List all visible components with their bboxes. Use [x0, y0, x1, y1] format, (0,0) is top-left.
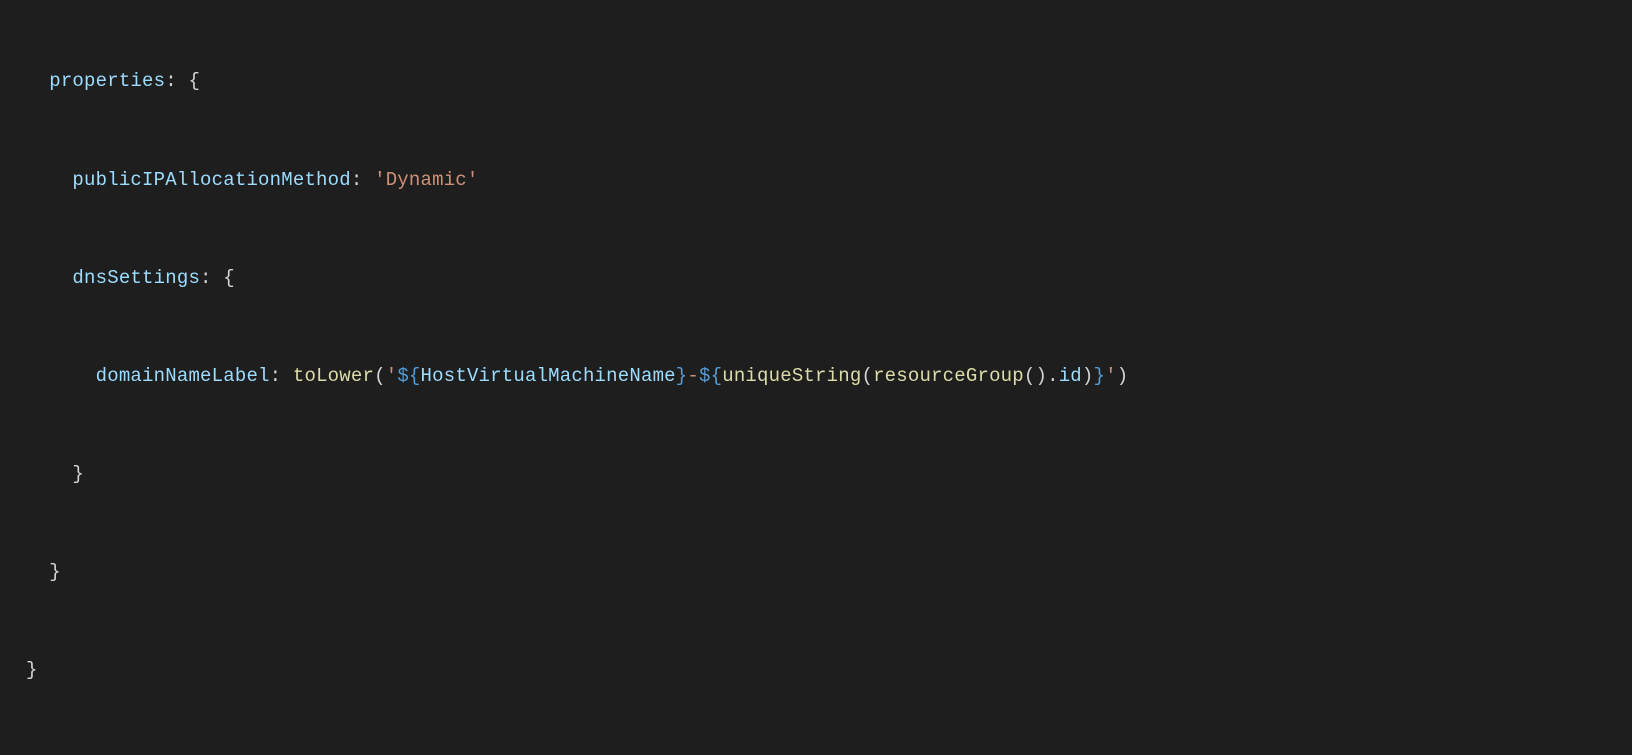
variable-ref: HostVirtualMachineName: [421, 365, 676, 387]
interp-open: ${: [397, 365, 420, 387]
brace-close: }: [72, 463, 84, 485]
function-call: resourceGroup: [873, 365, 1024, 387]
punct: :: [270, 365, 293, 387]
variable-ref: id: [1059, 365, 1082, 387]
code-line[interactable]: publicIPAllocationMethod: 'Dynamic': [26, 164, 1632, 197]
property-key: properties: [49, 70, 165, 92]
code-line[interactable]: }: [26, 654, 1632, 687]
property-key: dnsSettings: [72, 267, 200, 289]
code-line[interactable]: domainNameLabel: toLower('${HostVirtualM…: [26, 360, 1632, 393]
punct: : {: [165, 70, 200, 92]
punct: ): [1117, 365, 1129, 387]
brace-close: }: [26, 659, 38, 681]
code-line[interactable]: }: [26, 556, 1632, 589]
code-editor[interactable]: properties: { publicIPAllocationMethod: …: [0, 0, 1632, 755]
punct: :: [351, 169, 374, 191]
property-key: domainNameLabel: [96, 365, 270, 387]
function-call: toLower: [293, 365, 374, 387]
interp-open: ${: [699, 365, 722, 387]
code-line[interactable]: properties: {: [26, 65, 1632, 98]
property-key: publicIPAllocationMethod: [72, 169, 350, 191]
string-text: -: [687, 365, 699, 387]
function-call: uniqueString: [722, 365, 861, 387]
string-quote: ': [386, 365, 398, 387]
punct: (: [374, 365, 386, 387]
interp-close: }: [676, 365, 688, 387]
code-line[interactable]: }: [26, 458, 1632, 491]
interp-close: }: [1094, 365, 1106, 387]
code-line[interactable]: dnsSettings: {: [26, 262, 1632, 295]
string-quote: ': [1105, 365, 1117, 387]
punct: ): [1082, 365, 1094, 387]
punct: (: [861, 365, 873, 387]
string-literal: 'Dynamic': [374, 169, 478, 191]
punct: : {: [200, 267, 235, 289]
punct: ().: [1024, 365, 1059, 387]
brace-close: }: [49, 561, 61, 583]
